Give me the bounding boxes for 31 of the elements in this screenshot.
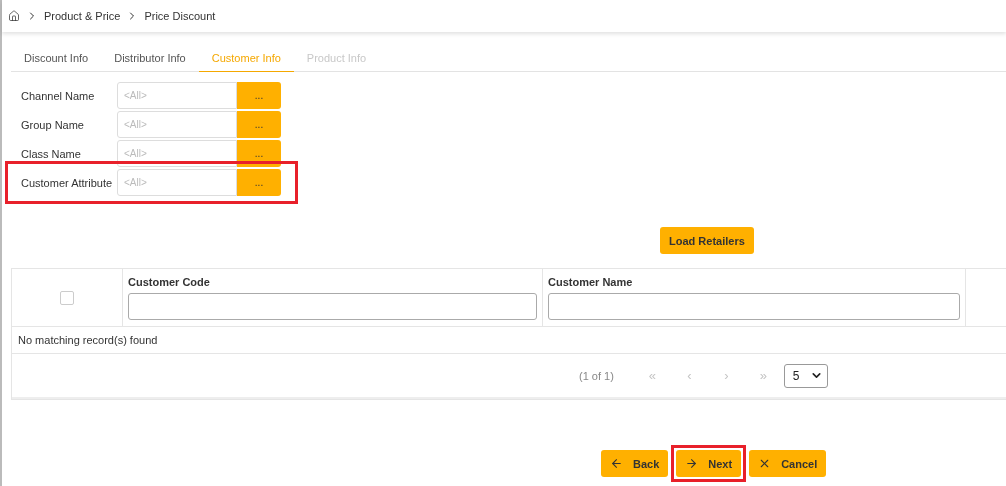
select-all-checkbox[interactable] [60,290,74,305]
column-filter-field[interactable] [128,292,537,320]
breadcrumb-item[interactable]: Price Discount [144,10,216,22]
empty-message: No matching record(s) found [12,326,1006,353]
home-icon[interactable] [8,10,20,22]
tab[interactable]: Discount Info [11,42,102,72]
next-button[interactable]: Next [676,450,742,477]
browse-button[interactable]: ... [237,82,281,109]
cancel-button[interactable]: Cancel [749,450,827,477]
field-label: Class Name [21,147,82,160]
column-header: Customer Name [548,275,634,288]
input-field[interactable]: <All> [117,169,237,196]
field-label: Group Name [21,118,85,131]
browse-button[interactable]: ... [237,169,281,196]
breadcrumb-item[interactable]: Product & Price [44,10,121,22]
browse-button[interactable]: ... [237,111,281,138]
field-label: Customer Attribute [21,176,114,189]
tab[interactable]: Distributor Info [101,42,199,72]
arrow-left-icon [610,457,623,470]
back-button[interactable]: Back [601,450,669,477]
arrow-right-icon [685,457,699,470]
field-label: Channel Name [21,89,96,102]
input-field[interactable]: <All> [117,111,237,138]
page-info: (1 of 1) [579,369,614,382]
load-retailers-button[interactable]: Load Retailers [660,227,754,254]
page-size-select[interactable]: 5 [783,363,828,388]
browse-button[interactable]: ... [237,140,281,167]
column-filter-field[interactable] [548,292,960,320]
column-header: Customer Code [128,275,211,288]
input-field[interactable]: <All> [117,140,237,167]
input-field[interactable]: <All> [117,82,237,109]
